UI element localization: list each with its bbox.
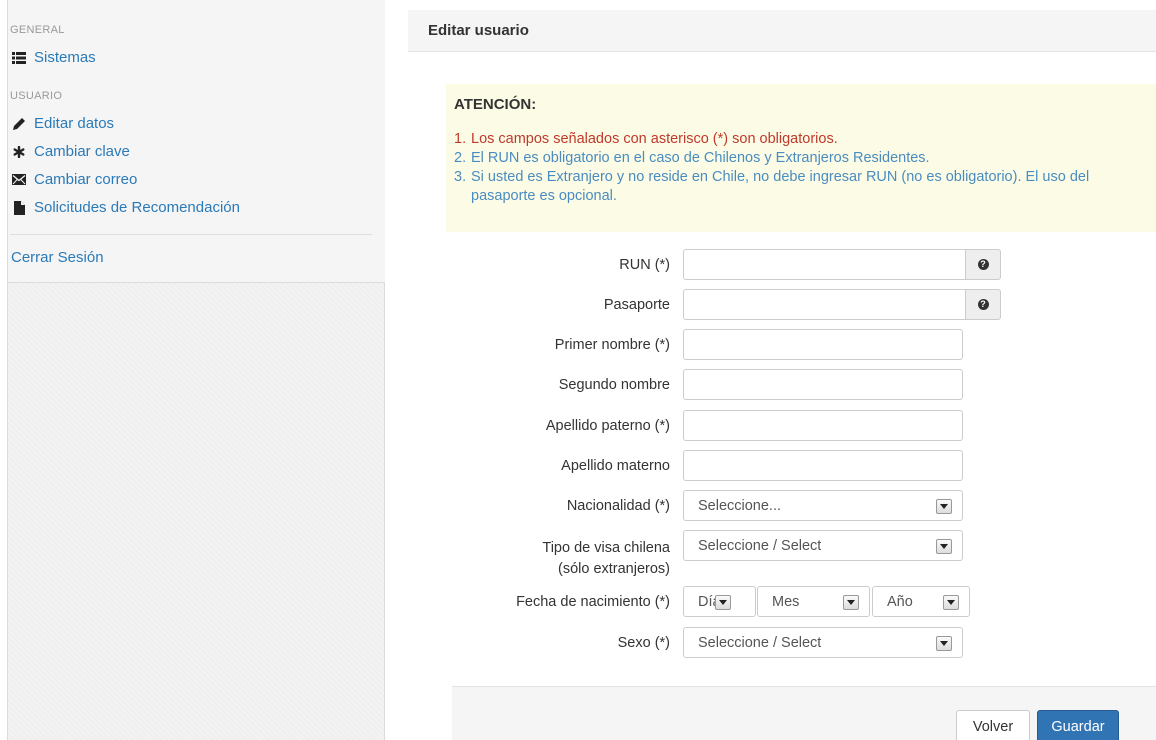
- list-icon: [11, 51, 27, 65]
- question-icon: ?: [977, 299, 989, 310]
- alert-item: 1. Los campos señalados con asterisco (*…: [454, 130, 1154, 149]
- sidebar-item-label: Editar datos: [34, 115, 115, 132]
- run-help-button[interactable]: ?: [965, 249, 1001, 280]
- alert-item-text: El RUN es obligatorio en el caso de Chil…: [471, 150, 930, 166]
- segundo-nombre-input[interactable]: [683, 369, 963, 400]
- question-icon: ?: [977, 259, 989, 270]
- sidebar-item-editar-datos[interactable]: Editar datos: [11, 115, 114, 132]
- page-title: Editar usuario: [428, 22, 529, 39]
- attention-alert: ATENCIÓN: 1. Los campos señalados con as…: [446, 84, 1156, 232]
- nacionalidad-label: Nacionalidad (*): [566, 498, 670, 514]
- apellido-paterno-label: Apellido paterno (*): [545, 418, 670, 434]
- sidebar-item-label: Cambiar correo: [34, 171, 138, 188]
- general-header: GENERAL: [10, 24, 65, 36]
- dia-select[interactable]: Día: [683, 586, 756, 617]
- visa-label-line-1: Tipo de visa chilena: [542, 540, 670, 556]
- pasaporte-label: Pasaporte: [603, 297, 670, 313]
- pasaporte-help-button[interactable]: ?: [965, 289, 1001, 320]
- nacionalidad-value: Seleccione...: [698, 498, 782, 514]
- pencil-icon: [11, 117, 27, 131]
- asterisk-icon: [11, 145, 27, 159]
- chevron-down-icon: [943, 595, 959, 610]
- sidebar-menu: GENERAL Sistemas USUARIO Editar datos Ca…: [8, 0, 385, 283]
- sidebar-item-solicitudes[interactable]: Solicitudes de Recomendación: [11, 199, 240, 216]
- logout-label: Cerrar Sesión: [11, 249, 104, 266]
- run-input[interactable]: [683, 249, 966, 280]
- chevron-down-icon: [843, 595, 859, 610]
- user-header: USUARIO: [10, 90, 63, 102]
- alert-item-text: Los campos señalados con asterisco (*) s…: [471, 131, 838, 147]
- sidebar: GENERAL Sistemas USUARIO Editar datos Ca…: [7, 0, 385, 740]
- alert-item: 3. Si usted es Extranjero y no reside en…: [454, 168, 1154, 206]
- run-label: RUN (*): [619, 257, 670, 273]
- anio-value: Año: [887, 594, 913, 610]
- sexo-value: Seleccione / Select: [698, 635, 822, 651]
- primer-nombre-label: Primer nombre (*): [554, 337, 670, 353]
- sidebar-item-label: Sistemas: [34, 49, 96, 66]
- alert-item-number: 2.: [454, 150, 467, 166]
- file-icon: [11, 200, 27, 215]
- chevron-down-icon: [936, 636, 952, 651]
- sidebar-item-sistemas[interactable]: Sistemas: [11, 49, 96, 66]
- envelope-icon: [11, 173, 27, 187]
- alert-item: 2. El RUN es obligatorio en el caso de C…: [454, 149, 1154, 168]
- pasaporte-input[interactable]: [683, 289, 966, 320]
- sidebar-item-cambiar-correo[interactable]: Cambiar correo: [11, 171, 137, 188]
- chevron-down-icon: [715, 595, 731, 610]
- visa-value: Seleccione / Select: [698, 538, 822, 554]
- nacionalidad-select[interactable]: Seleccione...: [683, 490, 963, 521]
- sidebar-divider: [10, 234, 372, 235]
- sidebar-item-cambiar-clave[interactable]: Cambiar clave: [11, 143, 130, 160]
- segundo-nombre-label: Segundo nombre: [558, 377, 670, 393]
- alert-item-number: 3.: [454, 169, 467, 185]
- primer-nombre-input[interactable]: [683, 329, 963, 360]
- apellido-materno-input[interactable]: [683, 450, 963, 481]
- alert-title: ATENCIÓN:: [454, 96, 537, 113]
- alert-item-text: Si usted es Extranjero y no reside en Ch…: [471, 169, 1090, 204]
- mes-value: Mes: [772, 594, 800, 610]
- save-button[interactable]: Guardar: [1037, 710, 1119, 740]
- fecha-nacimiento-label: Fecha de nacimiento (*): [516, 594, 670, 610]
- alert-list: 1. Los campos señalados con asterisco (*…: [454, 130, 1154, 206]
- mes-select[interactable]: Mes: [757, 586, 870, 617]
- chevron-down-icon: [936, 539, 952, 554]
- visa-select[interactable]: Seleccione / Select: [683, 530, 963, 561]
- panel-heading: Editar usuario: [408, 10, 1156, 52]
- apellido-materno-label: Apellido materno: [561, 458, 670, 474]
- main-panel: Editar usuario ATENCIÓN: 1. Los campos s…: [408, 0, 1156, 740]
- anio-select[interactable]: Año: [872, 586, 970, 617]
- visa-label-line-2: (sólo extranjeros): [557, 561, 670, 577]
- form-footer: Volver Guardar: [452, 686, 1156, 740]
- alert-item-number: 1.: [454, 131, 467, 147]
- chevron-down-icon: [936, 499, 952, 514]
- sexo-select[interactable]: Seleccione / Select: [683, 627, 963, 658]
- logout-link[interactable]: Cerrar Sesión: [11, 249, 104, 266]
- sidebar-item-label: Solicitudes de Recomendación: [34, 199, 240, 216]
- sidebar-item-label: Cambiar clave: [34, 143, 130, 160]
- back-button[interactable]: Volver: [956, 710, 1030, 740]
- apellido-paterno-input[interactable]: [683, 410, 963, 441]
- sexo-label: Sexo (*): [617, 635, 670, 651]
- visa-label: Tipo de visa chilena (sólo extranjeros): [542, 538, 670, 580]
